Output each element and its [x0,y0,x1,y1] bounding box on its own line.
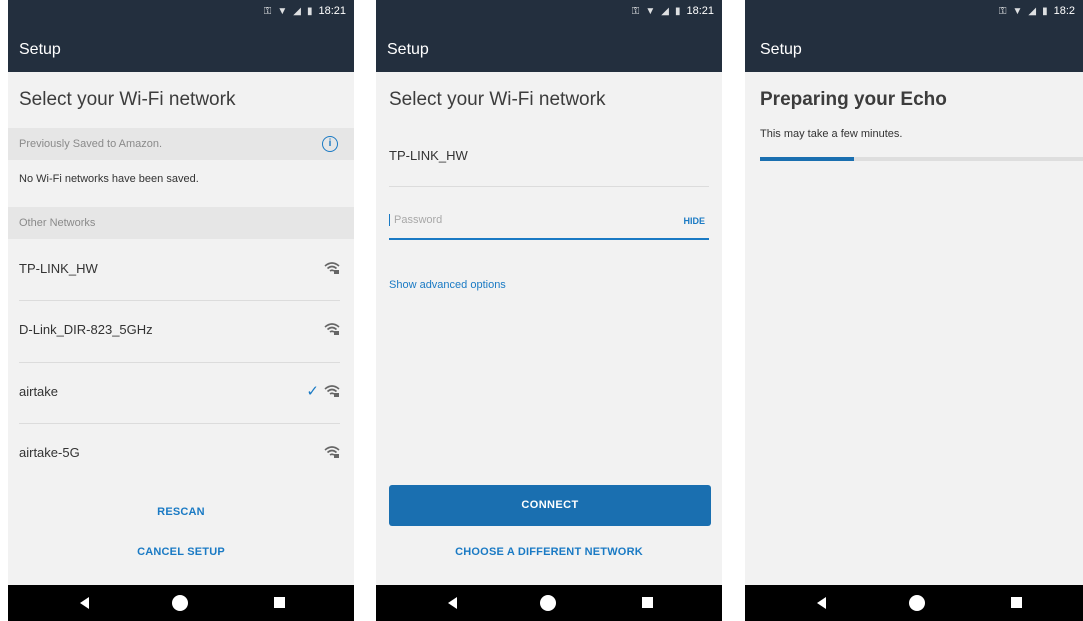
status-bar: ⚿ ▼ ◢ ▮ 18:21 [8,0,354,24]
signal-icon: ◢ [1028,5,1037,17]
network-list-content: Select your Wi-Fi network Previously Sav… [8,72,354,585]
page-title: Preparing your Echo [760,89,947,110]
selected-ssid: TP-LINK_HW [389,148,468,163]
preparing-content: Preparing your Echo This may take a few … [745,72,1083,585]
cancel-setup-button[interactable]: CANCEL SETUP [8,546,354,558]
saved-networks-label: Previously Saved to Amazon. [19,138,163,150]
setup-progress-bar [760,157,1083,161]
connect-button[interactable]: CONNECT [389,485,711,526]
app-title: Setup [387,41,429,58]
network-item-airtake[interactable]: airtake ✓ [8,362,354,424]
saved-empty-message: No Wi-Fi networks have been saved. [19,173,199,185]
back-icon[interactable] [448,597,457,609]
divider [389,186,709,187]
vpn-key-icon: ⚿ [263,5,272,17]
rescan-button[interactable]: RESCAN [8,506,354,518]
status-bar: ⚿ ▼ ◢ ▮ 18:2 [745,0,1083,24]
wifi-locked-icon [324,446,340,458]
home-icon[interactable] [909,595,925,611]
network-name: TP-LINK_HW [19,261,98,276]
app-bar: Setup [376,24,722,72]
app-bar: Setup [8,24,354,72]
network-name: D-Link_DIR-823_5GHz [19,322,153,337]
battery-icon: ▮ [674,5,681,17]
check-icon: ✓ [306,383,319,400]
recent-apps-icon[interactable] [642,597,653,608]
back-icon[interactable] [817,597,826,609]
network-item-d-link[interactable]: D-Link_DIR-823_5GHz [8,300,354,362]
page-title: Select your Wi-Fi network [389,89,606,110]
status-time: 18:2 [1053,5,1075,17]
password-input[interactable] [389,214,639,226]
password-content: Select your Wi-Fi network TP-LINK_HW HID… [376,72,722,585]
other-networks-header: Other Networks [8,207,354,239]
wifi-locked-icon [324,385,340,397]
home-icon[interactable] [172,595,188,611]
wifi-status-icon: ▼ [645,5,656,17]
recent-apps-icon[interactable] [274,597,285,608]
recent-apps-icon[interactable] [1011,597,1022,608]
wifi-status-icon: ▼ [277,5,288,17]
info-icon[interactable]: i [322,136,338,152]
back-icon[interactable] [80,597,89,609]
android-nav-bar [376,585,722,621]
show-advanced-options-link[interactable]: Show advanced options [389,279,506,291]
wifi-locked-icon [324,323,340,335]
page-title: Select your Wi-Fi network [19,89,236,110]
status-bar: ⚿ ▼ ◢ ▮ 18:21 [376,0,722,24]
screen-preparing-echo: ⚿ ▼ ◢ ▮ 18:2 Setup Preparing your Echo T… [745,0,1083,621]
status-time: 18:21 [686,5,714,17]
progress-fill [760,157,854,161]
android-nav-bar [745,585,1083,621]
battery-icon: ▮ [306,5,313,17]
choose-different-network-button[interactable]: CHOOSE A DIFFERENT NETWORK [376,546,722,558]
status-time: 18:21 [318,5,346,17]
vpn-key-icon: ⚿ [998,5,1007,17]
network-item-tp-link-hw[interactable]: TP-LINK_HW [8,239,354,301]
vpn-key-icon: ⚿ [631,5,640,17]
wifi-locked-icon [324,262,340,274]
network-item-airtake-5g[interactable]: airtake-5G [8,423,354,485]
other-networks-label: Other Networks [19,217,96,229]
signal-icon: ◢ [293,5,301,17]
app-bar: Setup [745,24,1083,72]
home-icon[interactable] [540,595,556,611]
password-field: HIDE [389,210,709,240]
screen-network-list: ⚿ ▼ ◢ ▮ 18:21 Setup Select your Wi-Fi ne… [8,0,354,621]
wifi-status-icon: ▼ [1012,5,1023,17]
app-title: Setup [19,41,61,58]
saved-networks-header: Previously Saved to Amazon. i [8,128,354,160]
screen-password-entry: ⚿ ▼ ◢ ▮ 18:21 Setup Select your Wi-Fi ne… [376,0,722,621]
network-name: airtake-5G [19,445,80,460]
battery-icon: ▮ [1042,5,1048,17]
preparing-subtext: This may take a few minutes. [760,128,903,140]
network-name: airtake [19,384,59,399]
signal-icon: ◢ [661,5,669,17]
app-title: Setup [760,41,802,58]
android-nav-bar [8,585,354,621]
hide-password-button[interactable]: HIDE [683,216,705,226]
